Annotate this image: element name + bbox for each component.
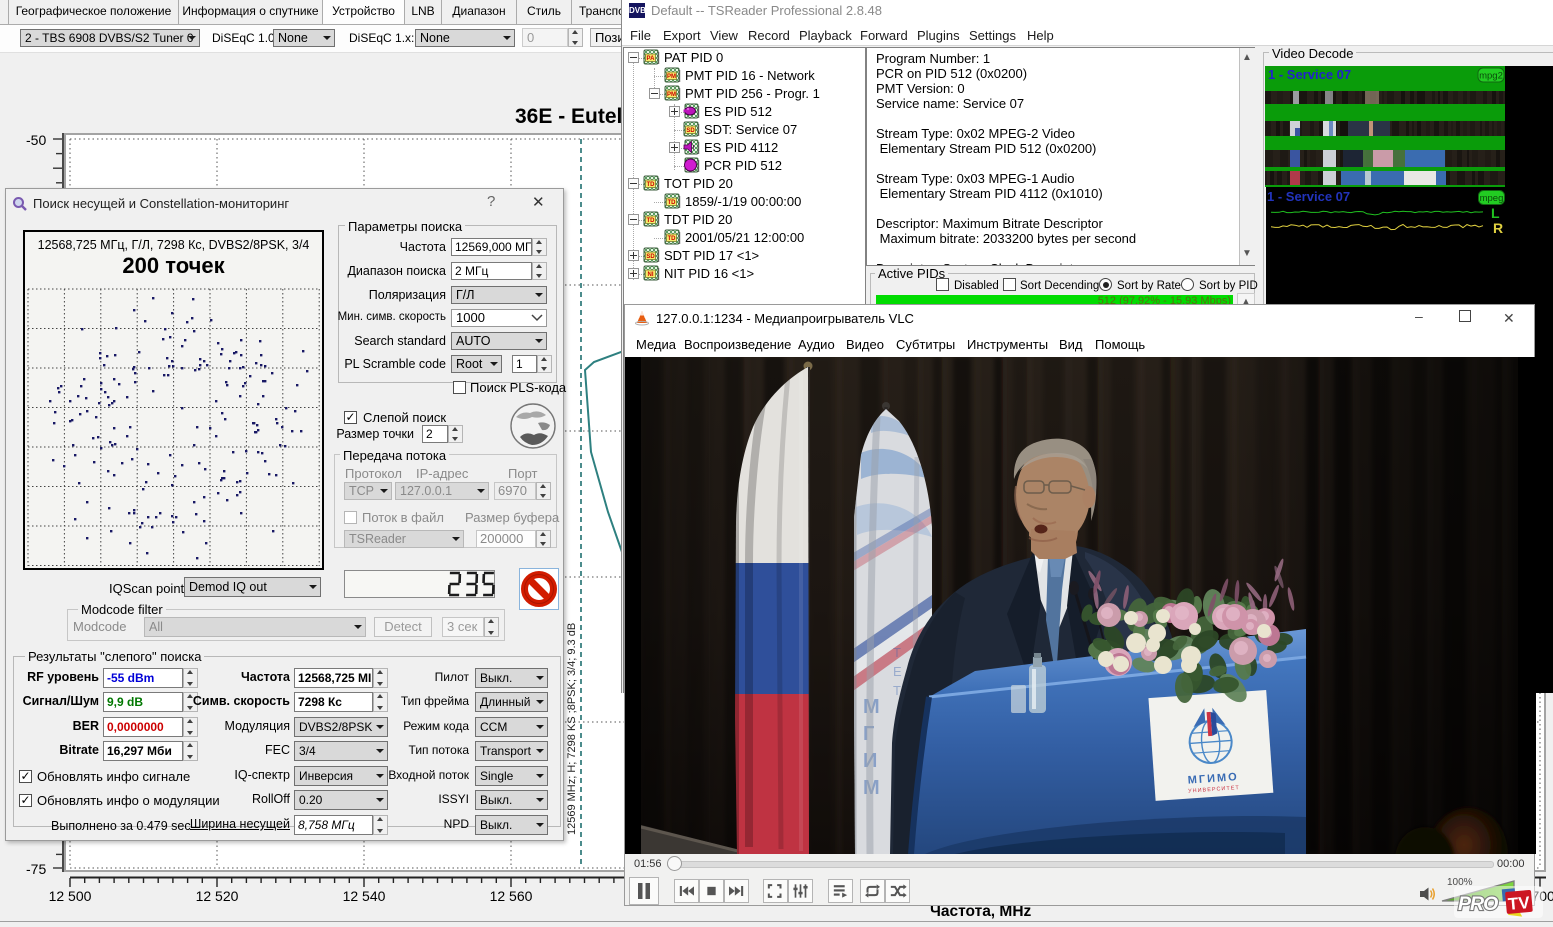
- svg-text:PM: PM: [667, 74, 676, 80]
- svg-text:L: L: [1491, 205, 1500, 221]
- svg-text:SD: SD: [646, 254, 655, 260]
- svg-text:Е: Е: [893, 664, 902, 679]
- svg-text:Т: Т: [893, 645, 901, 660]
- svg-text:1 - Service 07: 1 - Service 07: [1268, 67, 1351, 82]
- svg-text:TD: TD: [668, 236, 677, 242]
- svg-text:TD: TD: [668, 200, 677, 206]
- svg-text:TV: TV: [1507, 893, 1531, 914]
- svg-text:mpg2: mpg2: [1479, 71, 1503, 82]
- svg-text:R: R: [1493, 220, 1503, 236]
- svg-text:TD: TD: [647, 182, 656, 188]
- svg-text:PA: PA: [647, 56, 656, 62]
- svg-text:PRO: PRO: [1458, 893, 1498, 915]
- svg-text:SD: SD: [686, 128, 695, 134]
- svg-text:TD: TD: [647, 218, 656, 224]
- svg-text:PM: PM: [667, 92, 676, 98]
- svg-text:NI: NI: [648, 272, 654, 278]
